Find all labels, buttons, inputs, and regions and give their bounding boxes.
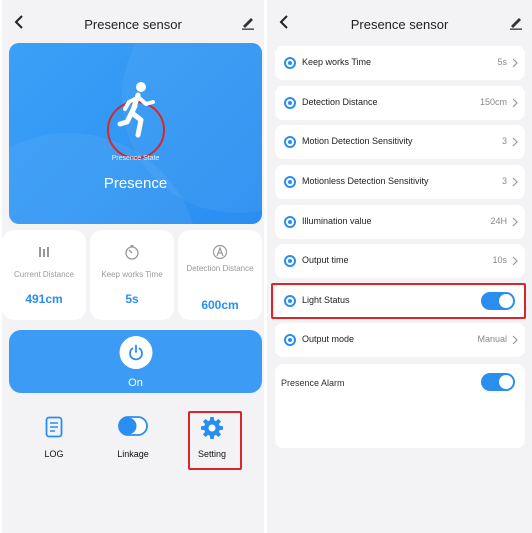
chevron-right-icon [512, 58, 518, 68]
setting-row-keep-works-time[interactable]: Keep works Time 5s [275, 46, 525, 80]
setting-value: 10s [492, 255, 507, 265]
setting-label: Motionless Detection Sensitivity [302, 176, 429, 186]
setting-value: 3 [501, 136, 507, 146]
linkage-toggle-icon [118, 416, 148, 436]
setting-value: 5s [497, 57, 507, 67]
setting-label: Motion Detection Sensitivity [302, 136, 413, 146]
setting-value: 3 [501, 176, 507, 186]
presence-state-label: Presence State [111, 155, 160, 162]
chevron-right-icon [512, 98, 518, 108]
nav-bar: Presence sensor [2, 0, 264, 44]
light-status-highlight-box [271, 283, 526, 319]
nav-bar: Presence sensor [267, 0, 532, 44]
distance-icon [39, 247, 49, 257]
stat-detection-distance: Detection Distance 600cm [178, 230, 262, 320]
settings-screen: Presence sensor Keep works Time 5s Detec… [267, 0, 532, 533]
presence-alarm-label: Presence Alarm [281, 378, 345, 388]
chevron-right-icon [512, 137, 518, 147]
chevron-right-icon [512, 217, 518, 227]
setting-row-detection-distance[interactable]: Detection Distance 150cm [275, 86, 525, 120]
setting-row-motionless-sensitivity[interactable]: Motionless Detection Sensitivity 3 [275, 165, 525, 199]
power-button[interactable] [119, 336, 152, 369]
stat-value: 5s [125, 292, 139, 306]
timer-icon [125, 245, 139, 260]
linkage-label: Linkage [117, 449, 149, 459]
radio-dot-icon [284, 136, 296, 148]
radio-dot-icon [284, 216, 296, 228]
radio-dot-icon [284, 176, 296, 188]
stat-keep-works-time: Keep works Time 5s [90, 230, 174, 320]
stat-label: Current Distance [13, 270, 75, 279]
power-status-label: On [128, 377, 143, 389]
setting-label: Detection Distance [302, 97, 378, 107]
setting-label: Illumination value [302, 216, 372, 226]
walking-person-icon [117, 82, 155, 138]
device-main-screen: Presence sensor Presence State Presence … [2, 0, 264, 533]
stat-value: 600cm [201, 298, 239, 312]
power-icon [128, 344, 143, 361]
radio-dot-icon [284, 97, 296, 109]
radio-dot-icon [284, 57, 296, 69]
panel-divider [264, 0, 266, 533]
setting-value: Manual [477, 334, 507, 344]
chevron-right-icon [512, 256, 518, 266]
edit-icon[interactable] [508, 16, 524, 30]
setting-value: 24H [490, 216, 507, 226]
chevron-right-icon [512, 335, 518, 345]
log-label: LOG [44, 449, 64, 459]
log-button[interactable]: LOG [24, 408, 84, 468]
radio-dot-icon [284, 255, 296, 267]
presence-state-value: Presence [103, 175, 168, 192]
detection-distance-icon [212, 244, 228, 260]
stat-current-distance: Current Distance 491cm [2, 230, 86, 320]
setting-row-motion-sensitivity[interactable]: Motion Detection Sensitivity 3 [275, 125, 525, 159]
log-icon [45, 416, 63, 438]
setting-label: Keep works Time [302, 57, 372, 67]
edit-icon[interactable] [240, 16, 256, 30]
setting-row-illumination-value[interactable]: Illumination value 24H [275, 205, 525, 239]
presence-alarm-card: Presence Alarm [275, 364, 525, 448]
page-title: Presence sensor [84, 17, 182, 32]
setting-row-output-mode[interactable]: Output mode Manual [275, 323, 525, 357]
presence-state-card: Presence State Presence [9, 43, 262, 224]
setting-label: Output mode [302, 334, 355, 344]
stat-value: 491cm [25, 292, 63, 306]
power-card: On [9, 330, 262, 393]
stat-label: Keep works Time [101, 270, 163, 279]
setting-highlight-box [188, 411, 242, 470]
setting-row-output-time[interactable]: Output time 10s [275, 244, 525, 278]
linkage-button[interactable]: Linkage [103, 408, 163, 468]
radio-dot-icon [284, 334, 296, 346]
stat-label: Detection Distance [186, 264, 254, 273]
presence-alarm-toggle[interactable] [481, 373, 515, 391]
chevron-right-icon [512, 177, 518, 187]
page-title: Presence sensor [350, 17, 449, 32]
setting-value: 150cm [479, 97, 507, 107]
setting-label: Output time [302, 255, 349, 265]
